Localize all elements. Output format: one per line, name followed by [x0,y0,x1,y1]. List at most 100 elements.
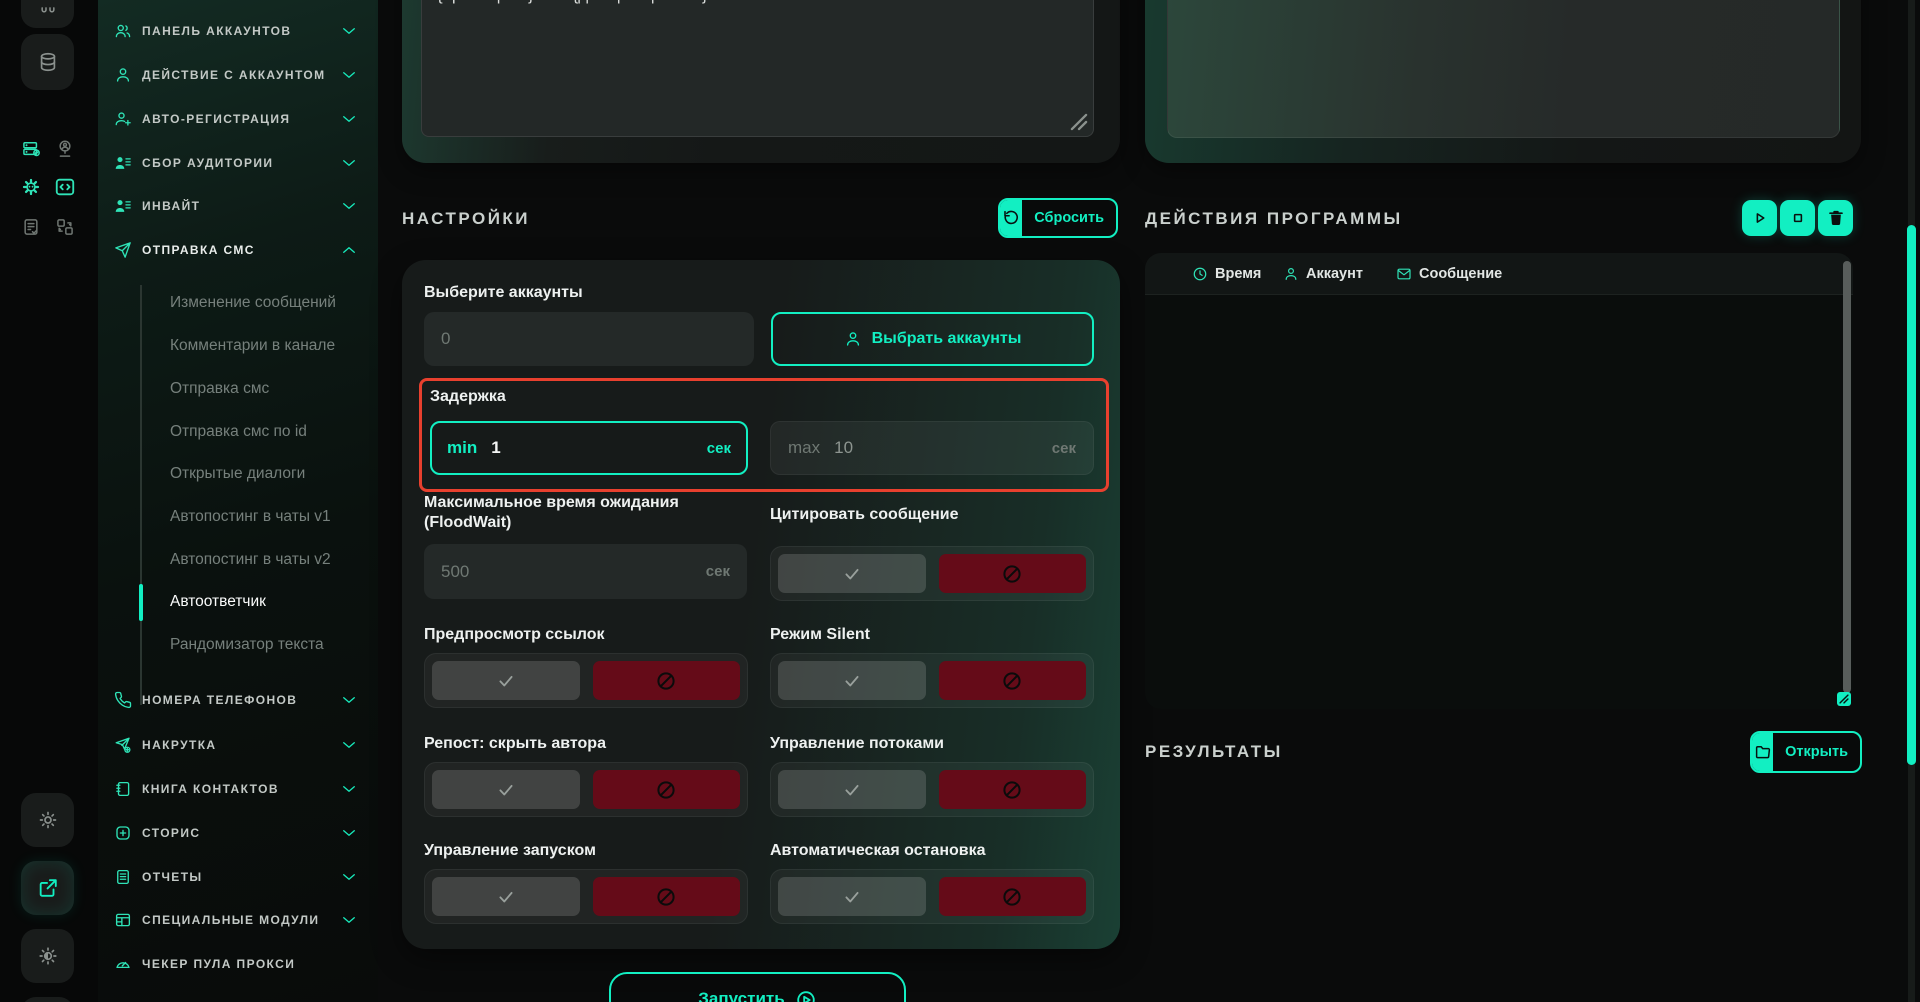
toggle-disable-button[interactable] [939,877,1087,916]
plus-square-icon [114,824,132,842]
rail-bottom-button[interactable] [21,997,74,1002]
sidebar-item-nomera-telefonov[interactable]: НОМЕРА ТЕЛЕФОНОВ [98,682,378,718]
table-scrollbar-thumb[interactable] [1843,261,1851,693]
delay-max-value: 10 [834,438,853,458]
submenu-item-kommentarii-v-kanale[interactable]: Комментарии в канале [98,328,378,364]
column-header-account: Аккаунт [1283,253,1363,295]
sidebar-item-cheker-pula-proksi[interactable]: ЧЕКЕР ПУЛА ПРОКСИ [98,946,378,982]
submenu-item-label: Рандомизатор текста [170,636,324,654]
chevron-down-icon [340,197,358,215]
toggle-enable-button[interactable] [778,661,926,700]
rail-top-button[interactable] [21,0,74,28]
play-circle-icon [795,989,817,1002]
accounts-label: Выберите аккаунты [424,283,583,303]
external-link-button[interactable] [21,861,74,915]
column-label: Время [1215,266,1261,282]
sidebar-item-kniga-kontaktov[interactable]: КНИГА КОНТАКТОВ [98,771,378,807]
deny-icon [655,670,677,692]
submenu-item-avtootvetchik[interactable]: Автоответчик [98,584,378,620]
chevron-down-icon [340,110,358,128]
webcam-person-button[interactable] [52,136,78,162]
delay-min-input[interactable]: min 1 сек [430,421,748,475]
check-icon [497,781,515,799]
resize-grip-icon[interactable] [1070,113,1088,131]
check-icon [843,565,861,583]
submenu-item-avtoposting-v1[interactable]: Автопостинг в чаты v1 [98,499,378,535]
submenu-item-label: Открытые диалоги [170,465,305,483]
stop-button[interactable] [1780,200,1815,236]
code-window-icon [54,176,76,198]
message-textarea[interactable]: {привет|хай}. как {дела|сам|жизнь}? [421,0,1094,137]
submenu-item-randomizator-teksta[interactable]: Рандомизатор текста [98,627,378,663]
open-results-button[interactable]: Открыть [1750,731,1862,773]
reset-button[interactable]: Сбросить [998,198,1118,238]
toggle-enable-button[interactable] [778,554,926,593]
submenu-item-avtoposting-v2[interactable]: Автопостинг в чаты v2 [98,542,378,578]
select-accounts-button[interactable]: Выбрать аккаунты [771,312,1094,366]
deny-icon [655,779,677,801]
toggle-disable-button[interactable] [593,770,741,809]
toggle-silent-mode [770,653,1094,708]
toggle-enable-button[interactable] [432,877,580,916]
swap-icon [55,217,75,237]
doc-check-button[interactable] [18,214,44,240]
clear-log-button[interactable] [1818,200,1853,236]
deny-icon [655,886,677,908]
toggle-enable-button[interactable] [778,770,926,809]
toggle-disable-button[interactable] [939,770,1087,809]
database-button[interactable] [21,34,74,90]
submenu-item-label: Изменение сообщений [170,294,336,312]
sidebar-item-otpravka-sms[interactable]: ОТПРАВКА СМС [98,232,378,268]
toggle-disable-button[interactable] [593,661,741,700]
toggle-enable-button[interactable] [432,770,580,809]
server-check-button[interactable] [18,136,44,162]
sidebar-item-sbor-auditorii[interactable]: СБОР АУДИТОРИИ [98,145,378,181]
sidebar-item-panel-akkauntov[interactable]: ПАНЕЛЬ АККАУНТОВ [98,13,378,49]
preview-box[interactable] [1167,0,1840,138]
chevron-down-icon [340,868,358,886]
accounts-count-input[interactable]: 0 [424,312,754,366]
submenu-item-label: Автоответчик [170,593,266,611]
sidebar-item-storis[interactable]: СТОРИС [98,815,378,851]
start-button[interactable]: Запустить [609,972,906,1002]
user-icon [114,66,132,84]
sidebar-item-otchety[interactable]: ОТЧЕТЫ [98,859,378,895]
bot-gear-button[interactable] [18,174,44,200]
sidebar-item-label: СТОРИС [142,826,200,840]
sidebar-item-label: СБОР АУДИТОРИИ [142,156,273,170]
toggle-label-quote: Цитировать сообщение [770,505,959,525]
toggle-disable-button[interactable] [593,877,741,916]
bot-gear-icon [20,176,42,198]
sidebar-item-label: ИНВАЙТ [142,199,200,213]
submenu-item-otpravka-sms[interactable]: Отправка смс [98,371,378,407]
folder-icon [1754,743,1772,761]
toggle-disable-button[interactable] [939,554,1087,593]
submenu-item-otkrytye-dialogi[interactable]: Открытые диалоги [98,456,378,492]
page-scrollbar-thumb[interactable] [1907,225,1916,765]
brightness-button[interactable] [21,929,74,983]
sidebar-item-deystvie-s-akkauntom[interactable]: ДЕЙСТВИЕ С АККАУНТОМ [98,57,378,93]
settings-button[interactable] [21,793,74,847]
toggle-enable-button[interactable] [778,877,926,916]
sidebar-item-avto-registraciya[interactable]: АВТО-РЕГИСТРАЦИЯ [98,101,378,137]
run-button[interactable] [1742,200,1777,236]
submenu-item-otpravka-sms-po-id[interactable]: Отправка смс по id [98,414,378,450]
sidebar-item-specialnye-moduli[interactable]: СПЕЦИАЛЬНЫЕ МОДУЛИ [98,902,378,938]
sidebar-item-invayt[interactable]: ИНВАЙТ [98,188,378,224]
preview-card [1145,0,1861,163]
delay-max-input[interactable]: max 10 сек [770,421,1094,475]
external-link-icon [37,877,59,899]
swap-button[interactable] [52,214,78,240]
toggle-disable-button[interactable] [939,661,1087,700]
submenu-item-label: Автопостинг в чаты v2 [170,551,331,569]
sidebar-item-nakrutka[interactable]: НАКРУТКА [98,727,378,763]
toggle-enable-button[interactable] [432,661,580,700]
message-card: {привет|хай}. как {дела|сам|жизнь}? [402,0,1120,163]
delay-min-unit: сек [707,440,731,457]
code-window-button[interactable] [52,174,78,200]
submenu-item-izmenenie-soobshcheniy[interactable]: Изменение сообщений [98,285,378,321]
check-icon [497,672,515,690]
check-icon [497,888,515,906]
table-resize-grip[interactable] [1837,692,1851,706]
floodwait-input[interactable]: 500 сек [424,544,747,599]
